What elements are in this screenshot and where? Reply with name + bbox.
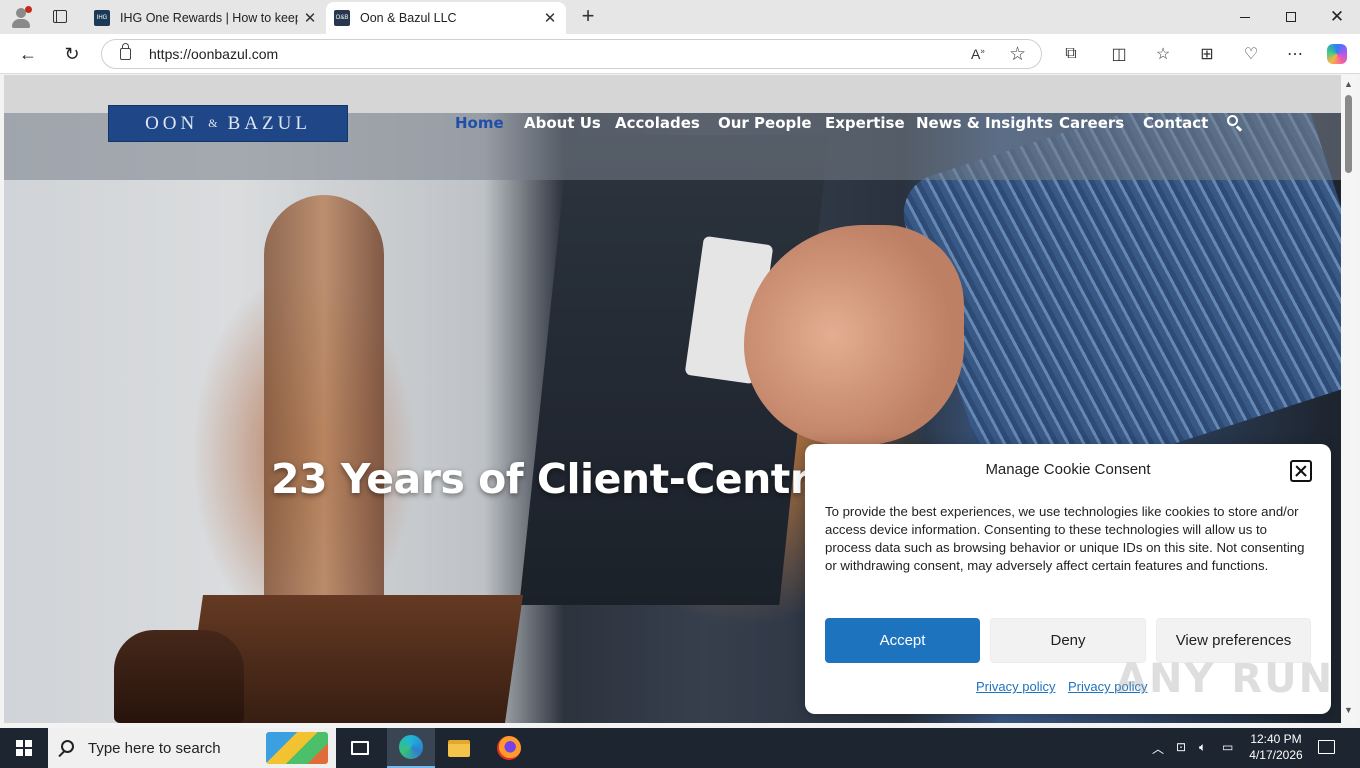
nav-about-us[interactable]: About Us (524, 114, 601, 138)
nav-news-insights[interactable]: News & Insights (916, 114, 1053, 138)
volume-icon[interactable]: 🔈︎ (1199, 740, 1206, 755)
nav-careers[interactable]: Careers (1059, 114, 1124, 138)
cookie-dialog-body: To provide the best experiences, we use … (825, 504, 1305, 573)
refresh-icon[interactable]: ↻ (60, 42, 84, 66)
scroll-down-icon[interactable]: ▼ (1344, 705, 1353, 715)
back-arrow-icon[interactable]: ← (16, 42, 40, 66)
tab-favicon-icon: O&B (334, 10, 350, 26)
tab-ihg[interactable]: IHG IHG One Rewards | How to keep y ✕ (86, 2, 326, 34)
site-logo[interactable]: OON & BAZUL (108, 105, 348, 142)
minimize-window-icon[interactable] (1222, 0, 1268, 34)
nav-expertise[interactable]: Expertise (825, 114, 905, 138)
url-text[interactable]: https://oonbazul.com (149, 46, 278, 62)
copilot-icon[interactable] (1325, 42, 1349, 66)
windows-start-icon[interactable] (0, 728, 48, 768)
close-tab-icon[interactable]: ✕ (538, 9, 562, 27)
browser-tab-strip: IHG IHG One Rewards | How to keep y ✕ O&… (0, 0, 1360, 34)
network-device-icon[interactable]: ⊡ (1176, 740, 1186, 754)
edge-browser-icon[interactable] (387, 728, 435, 768)
favorites-icon[interactable]: ☆ (1151, 42, 1175, 66)
taskbar-search-placeholder: Type here to search (88, 740, 221, 757)
tab-oon-bazul[interactable]: O&B Oon & Bazul LLC ✕ (326, 2, 566, 34)
logo-text-bazul: BAZUL (227, 112, 311, 134)
task-view-icon[interactable] (336, 728, 384, 768)
more-options-icon[interactable]: ⋯ (1283, 42, 1307, 66)
browser-essentials-icon[interactable]: ♡ (1239, 42, 1263, 66)
logo-text-amp: & (208, 116, 218, 130)
network-icon[interactable]: ▭ (1222, 740, 1233, 754)
firefox-icon[interactable] (485, 728, 533, 768)
close-icon[interactable] (1290, 460, 1312, 482)
clock-date: 4/17/2026 (1249, 748, 1303, 762)
logo-text-oon: OON (145, 112, 199, 134)
read-aloud-icon[interactable]: A» (971, 46, 985, 62)
collections-icon[interactable]: ⊞ (1195, 42, 1219, 66)
close-tab-icon[interactable]: ✕ (298, 9, 322, 27)
accept-button[interactable]: Accept (825, 618, 980, 663)
profile-avatar-icon[interactable] (10, 6, 32, 28)
windows-taskbar: Type here to search ︿ ⊡ 🔈︎ ▭ 12:40 PM 4/… (0, 728, 1360, 768)
taskbar-search-box[interactable]: Type here to search (48, 728, 336, 768)
tab-actions-icon[interactable] (53, 10, 67, 23)
site-search-icon[interactable] (1227, 115, 1243, 132)
nav-accolades[interactable]: Accolades (615, 114, 700, 138)
scrollbar-thumb[interactable] (1345, 95, 1352, 173)
page-viewport: OON & BAZUL Home About Us Accolades Our … (4, 75, 1341, 723)
anyrun-watermark: ANY RUN (1116, 656, 1335, 702)
lock-icon[interactable] (120, 43, 131, 60)
tab-title: Oon & Bazul LLC (360, 11, 457, 25)
search-icon (61, 740, 74, 753)
restore-window-icon[interactable] (1268, 0, 1314, 34)
tab-title: IHG One Rewards | How to keep y (120, 11, 298, 25)
close-window-icon[interactable]: ✕ (1314, 0, 1360, 34)
split-screen-icon[interactable]: ◫ (1107, 42, 1131, 66)
browser-toolbar: ← ↻ https://oonbazul.com A» ☆ ⧉ ◫ ☆ ⊞ ♡ … (0, 34, 1360, 74)
cookie-dialog-title: Manage Cookie Consent (985, 461, 1151, 478)
show-hidden-icons-icon[interactable]: ︿ (1152, 740, 1164, 757)
extensions-icon[interactable]: ⧉ (1059, 42, 1083, 66)
new-tab-icon[interactable]: + (577, 4, 599, 28)
file-explorer-icon[interactable] (435, 728, 483, 768)
address-bar[interactable]: https://oonbazul.com A» ☆ (101, 39, 1042, 69)
notifications-icon[interactable] (1318, 740, 1335, 754)
search-highlight-icon[interactable] (266, 732, 328, 764)
clock-time: 12:40 PM (1250, 732, 1302, 746)
privacy-policy-link[interactable]: Privacy policy (976, 679, 1055, 694)
nav-our-people[interactable]: Our People (718, 114, 812, 138)
nav-home[interactable]: Home (455, 114, 504, 138)
scroll-up-icon[interactable]: ▲ (1344, 79, 1353, 89)
page-scrollbar[interactable]: ▲ ▼ (1341, 75, 1356, 723)
favorite-star-icon[interactable]: ☆ (1009, 43, 1026, 66)
hero-title: 23 Years of Client-Centric (271, 455, 847, 503)
taskbar-clock[interactable]: 12:40 PM 4/17/2026 (1241, 731, 1311, 763)
nav-contact[interactable]: Contact (1143, 114, 1208, 138)
tab-favicon-icon: IHG (94, 10, 110, 26)
